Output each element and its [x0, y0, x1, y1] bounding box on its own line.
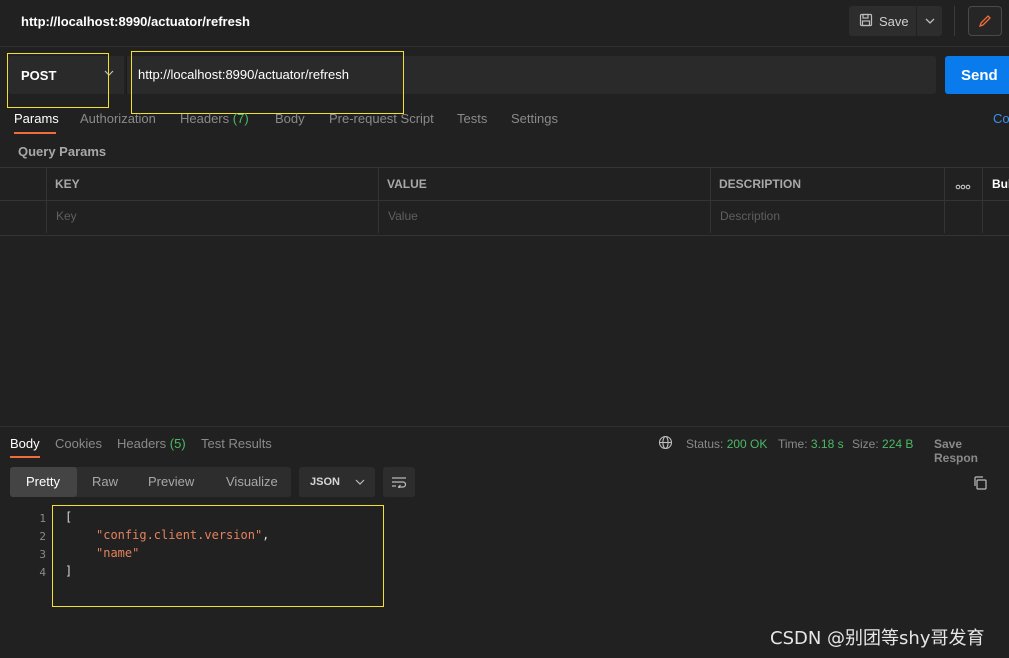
tab-body[interactable]: Body [275, 111, 305, 126]
table-column-divider [378, 167, 379, 233]
line-number: 2 [39, 530, 46, 543]
watermark: CSDN @别团等shy哥发育 [770, 628, 985, 649]
line-number: 3 [39, 548, 46, 561]
globe-icon[interactable] [658, 435, 673, 453]
table-column-divider [944, 167, 945, 233]
column-header-key: KEY [55, 177, 80, 191]
table-row-divider [0, 200, 1009, 201]
json-string: "config.client.version" [96, 528, 263, 542]
tab-tests[interactable]: Tests [457, 111, 487, 126]
json-comma: , [262, 528, 270, 542]
active-response-tab-indicator [10, 456, 40, 458]
line-number: 4 [39, 566, 46, 579]
response-tab-test-results[interactable]: Test Results [201, 436, 272, 451]
chevron-down-icon [355, 479, 365, 485]
view-mode-raw[interactable]: Raw [92, 474, 118, 489]
code-close-bracket: ] [65, 564, 73, 578]
format-select[interactable]: JSON [299, 467, 375, 497]
response-headers-count-badge: (5) [169, 436, 186, 451]
tab-headers[interactable]: Headers (7) [180, 111, 249, 126]
table-column-divider [710, 167, 711, 233]
params-table [0, 167, 1009, 236]
format-label: JSON [310, 476, 340, 488]
url-input[interactable]: http://localhost:8990/actuator/refresh [126, 56, 936, 94]
active-tab-indicator [14, 132, 56, 134]
save-icon [859, 13, 873, 30]
size-label: Size: [852, 437, 879, 451]
json-string: "name" [96, 546, 140, 560]
response-tab-cookies[interactable]: Cookies [55, 436, 102, 451]
tab-settings[interactable]: Settings [511, 111, 558, 126]
value-input[interactable]: Value [388, 209, 418, 223]
size-display: Size: 224 B [852, 437, 913, 451]
headers-count-badge: (7) [232, 111, 249, 126]
response-divider [0, 426, 1009, 427]
tab-headers-label: Headers [180, 111, 230, 126]
save-options-dropdown[interactable] [917, 6, 942, 36]
code-line-2: "config.client.version", [96, 528, 269, 542]
view-mode-pretty[interactable]: Pretty [26, 474, 60, 489]
chevron-down-icon [104, 70, 114, 76]
response-tab-headers[interactable]: Headers (5) [117, 436, 186, 451]
column-header-description: DESCRIPTION [719, 177, 802, 191]
status-label: Status: [686, 437, 724, 451]
code-open-bracket: [ [65, 510, 73, 524]
status-value: 200 OK [726, 437, 768, 451]
toolbar-divider [954, 6, 955, 36]
save-button[interactable]: Save [849, 6, 916, 36]
time-value: 3.18 s [810, 437, 844, 451]
time-label: Time: [778, 437, 808, 451]
key-input[interactable]: Key [56, 209, 77, 223]
edit-button[interactable] [968, 6, 1002, 36]
wrap-lines-button[interactable] [383, 467, 415, 497]
bulk-edit-link[interactable]: Bul [992, 177, 1009, 191]
time-display: Time: 3.18 s [778, 437, 844, 451]
more-options-icon[interactable] [955, 179, 971, 194]
line-number: 1 [39, 512, 46, 525]
send-button[interactable]: Send [945, 56, 1009, 94]
column-header-value: VALUE [387, 177, 427, 191]
method-label: POST [21, 68, 57, 83]
pencil-icon [978, 15, 991, 28]
tab-authorization[interactable]: Authorization [80, 111, 156, 126]
tab-prerequest-script[interactable]: Pre-request Script [329, 111, 434, 126]
request-title[interactable]: http://localhost:8990/actuator/refresh [21, 14, 250, 29]
response-tab-body[interactable]: Body [10, 436, 40, 451]
view-mode-preview[interactable]: Preview [148, 474, 194, 489]
response-tab-headers-label: Headers [117, 436, 167, 451]
table-column-divider [46, 167, 47, 233]
chevron-down-icon [925, 18, 934, 24]
copy-icon[interactable] [972, 475, 988, 494]
query-params-label: Query Params [18, 144, 107, 159]
wrap-icon [392, 477, 407, 488]
status-display: Status: 200 OK [686, 437, 767, 451]
save-label: Save [879, 13, 909, 29]
size-value: 224 B [882, 437, 914, 451]
view-mode-visualize[interactable]: Visualize [226, 474, 278, 489]
tab-params[interactable]: Params [14, 111, 59, 126]
cookies-link[interactable]: Co [993, 111, 1009, 126]
save-response-button[interactable]: Save Respon [934, 437, 1009, 465]
description-input[interactable]: Description [720, 209, 780, 223]
table-column-divider [982, 167, 983, 233]
